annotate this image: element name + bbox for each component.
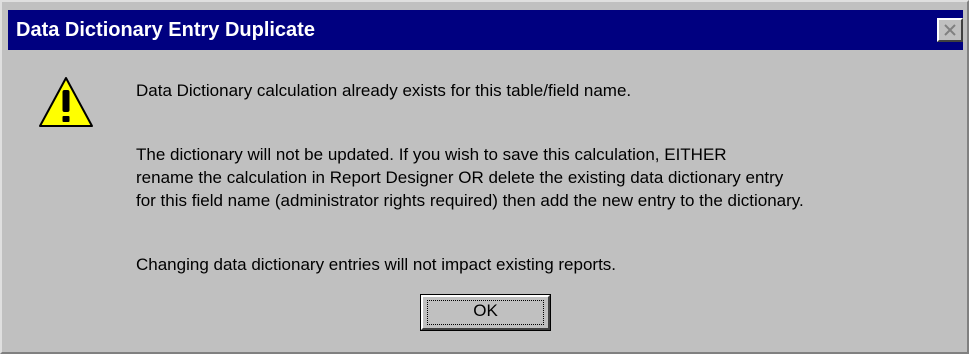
title-bar[interactable]: Data Dictionary Entry Duplicate xyxy=(8,10,963,50)
message-admin-rights: for this field name (administrator right… xyxy=(136,191,804,210)
message-not-updated: The dictionary will not be updated. If y… xyxy=(136,145,727,164)
dialog-title: Data Dictionary Entry Duplicate xyxy=(16,19,315,41)
dialog-window: Data Dictionary Entry Duplicate Data Dic… xyxy=(0,0,969,354)
close-icon xyxy=(944,24,956,36)
message-duplicate-exists: Data Dictionary calculation already exis… xyxy=(136,81,632,100)
message-rename-or-delete: rename the calculation in Report Designe… xyxy=(136,168,784,187)
message-no-impact: Changing data dictionary entries will no… xyxy=(136,255,617,274)
ok-button[interactable]: OK xyxy=(420,294,551,331)
close-button[interactable] xyxy=(937,18,963,42)
warning-icon xyxy=(39,77,93,127)
ok-button-label: OK xyxy=(473,301,498,320)
